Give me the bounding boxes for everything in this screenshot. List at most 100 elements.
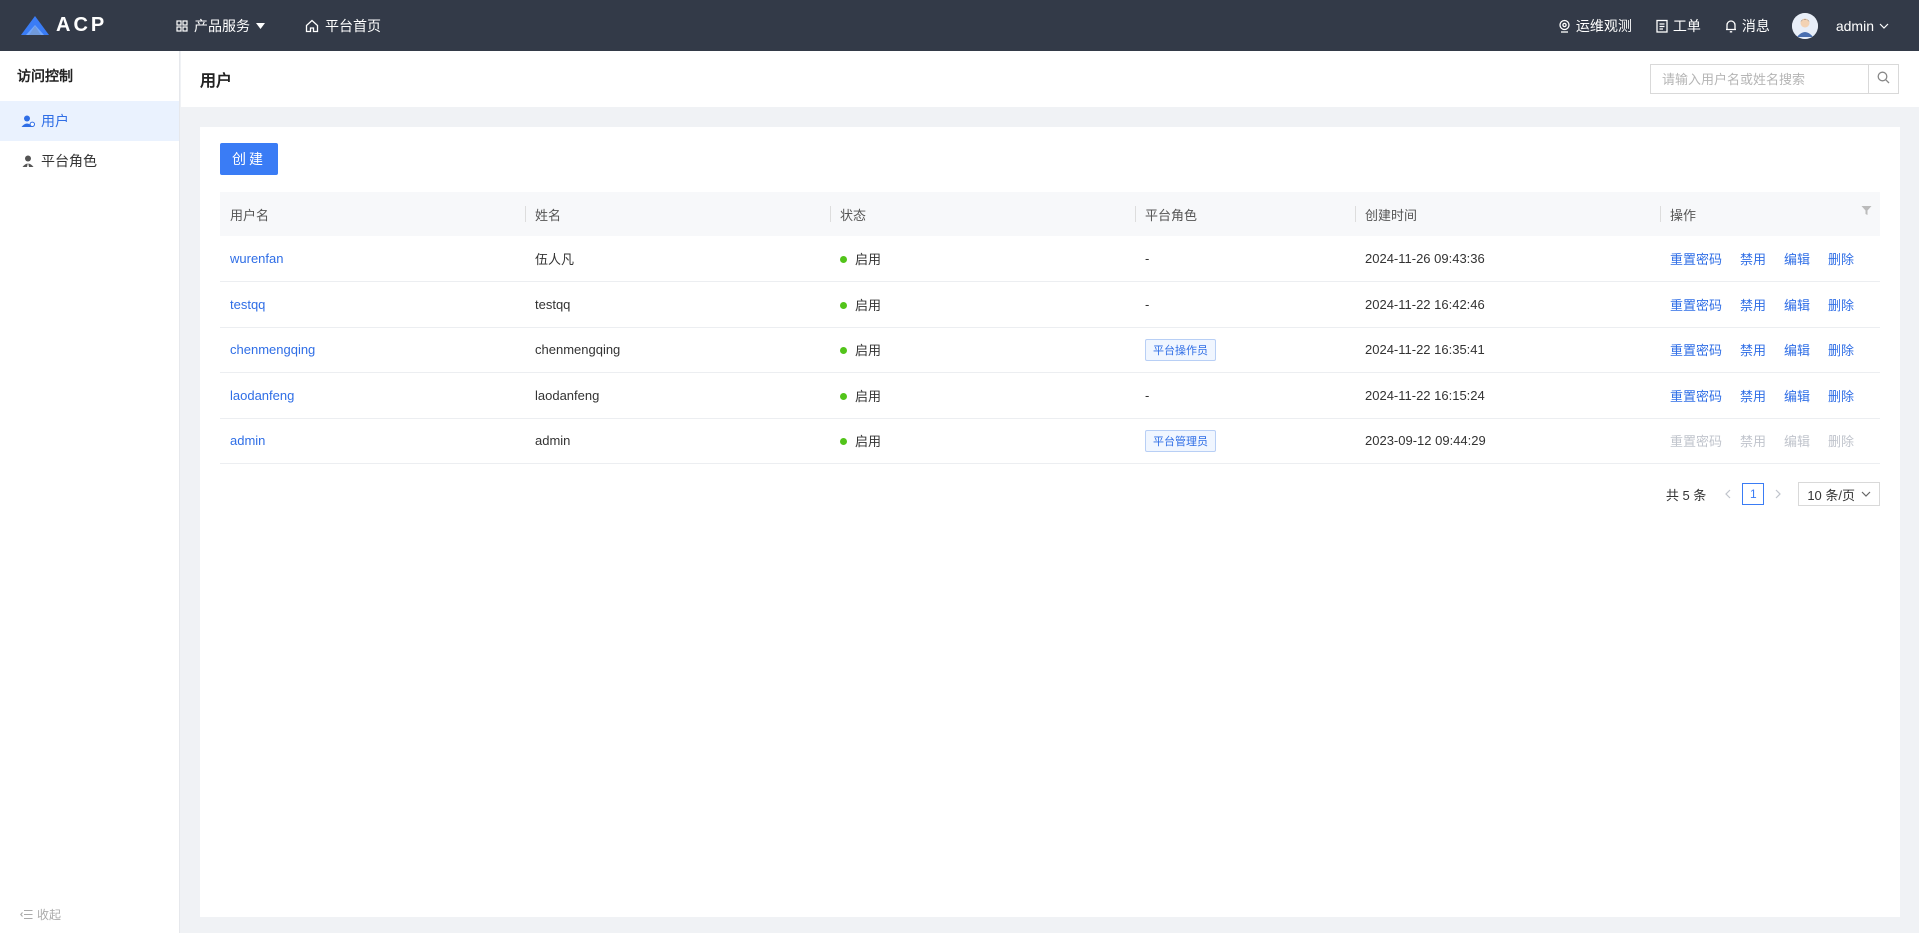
chevron-down-icon xyxy=(1861,491,1871,497)
table-row: wurenfan 伍人凡 启用 - 2024-11-26 09:43:36 重置… xyxy=(220,236,1880,282)
caret-down-icon xyxy=(256,22,265,29)
users-table: 用户名 姓名 状态 平台角色 创建时间 操作 wurenfan 伍人凡 启用 -… xyxy=(220,192,1880,464)
collapse-label: 收起 xyxy=(37,908,62,922)
delete-button[interactable]: 删除 xyxy=(1828,252,1854,267)
page-size-label: 10 条/页 xyxy=(1807,487,1855,503)
username-link[interactable]: wurenfan xyxy=(230,251,283,266)
created-cell: 2024-11-22 16:42:46 xyxy=(1365,296,1485,312)
prev-page-button[interactable] xyxy=(1720,489,1736,499)
chevron-right-icon xyxy=(1775,489,1782,499)
username-link[interactable]: testqq xyxy=(230,297,265,312)
actions-cell: 重置密码 禁用 编辑 删除 xyxy=(1660,373,1880,419)
logo[interactable]: ACP xyxy=(20,14,158,37)
pagination: 共 5 条 1 10 条/页 xyxy=(1666,482,1880,506)
delete-button[interactable]: 删除 xyxy=(1828,343,1854,358)
nav-product-services[interactable]: 产品服务 xyxy=(176,16,265,36)
created-cell: 2024-11-22 16:15:24 xyxy=(1365,387,1485,403)
collapse-sidebar-button[interactable]: 收起 xyxy=(20,906,61,923)
column-header-actions: 操作 xyxy=(1660,192,1880,236)
role-cell: - xyxy=(1145,251,1150,266)
user-menu[interactable]: admin xyxy=(1791,12,1889,39)
total-count: 共 5 条 xyxy=(1665,487,1707,503)
disable-button[interactable]: 禁用 xyxy=(1740,252,1766,267)
sidebar-item-users-label: 用户 xyxy=(41,113,69,129)
chevron-down-icon xyxy=(1879,23,1889,29)
created-cell: 2024-11-22 16:35:41 xyxy=(1365,342,1485,358)
actions-cell: 重置密码 禁用 编辑 删除 xyxy=(1660,327,1880,373)
column-header-name: 姓名 xyxy=(525,192,830,236)
user-name: admin xyxy=(1835,17,1874,34)
edit-button: 编辑 xyxy=(1784,434,1811,450)
sidebar-item-platform-roles[interactable]: 平台角色 xyxy=(0,141,179,181)
reset-password-button[interactable]: 重置密码 xyxy=(1670,252,1722,267)
created-cell: 2023-09-12 09:44:29 xyxy=(1365,433,1486,449)
delete-button: 删除 xyxy=(1828,434,1855,450)
nav-platform-home-label: 平台首页 xyxy=(325,17,381,34)
table-row: chenmengqing chenmengqing 启用 平台操作员 2024-… xyxy=(220,327,1880,373)
acp-logo-icon xyxy=(21,15,49,35)
sidebar-item-platform-roles-label: 平台角色 xyxy=(41,153,97,169)
reset-password-button[interactable]: 重置密码 xyxy=(1670,343,1722,358)
grid-icon xyxy=(176,19,188,32)
sidebar: 访问控制 用户 平台角色 收起 xyxy=(0,51,180,933)
name-cell: chenmengqing xyxy=(535,342,621,358)
actions-cell: 重置密码 禁用 编辑 删除 xyxy=(1660,282,1880,328)
table-row: laodanfeng laodanfeng 启用 - 2024-11-22 16… xyxy=(220,373,1880,419)
avatar xyxy=(1791,12,1818,39)
nav-platform-home[interactable]: 平台首页 xyxy=(305,16,381,36)
message-label: 消息 xyxy=(1741,17,1770,34)
ticket-label: 工单 xyxy=(1672,17,1701,34)
delete-button[interactable]: 删除 xyxy=(1828,389,1854,404)
content-card: 创建 用户名 姓名 状态 平台角色 创建时间 操作 wurenfan 伍人凡 启… xyxy=(200,127,1900,917)
observe-label: 运维观测 xyxy=(1575,17,1632,34)
column-header-username: 用户名 xyxy=(230,207,270,223)
home-icon xyxy=(305,19,319,33)
filter-icon[interactable] xyxy=(1861,204,1872,219)
sidebar-title: 访问控制 xyxy=(17,68,73,84)
next-page-button[interactable] xyxy=(1770,489,1786,499)
table-header-row: 用户名 姓名 状态 平台角色 创建时间 操作 xyxy=(220,192,1880,236)
page-1-button[interactable]: 1 xyxy=(1742,483,1765,505)
reset-password-button[interactable]: 重置密码 xyxy=(1670,298,1722,313)
page-header: 用户 xyxy=(181,51,1919,107)
search-button[interactable] xyxy=(1868,64,1899,94)
status-cell: 启用 xyxy=(830,236,1135,282)
role-cell: 平台操作员 xyxy=(1135,327,1355,373)
create-button[interactable]: 创建 xyxy=(220,143,278,175)
nav-product-services-label: 产品服务 xyxy=(194,17,250,34)
delete-button[interactable]: 删除 xyxy=(1828,298,1854,313)
actions-cell: 重置密码 禁用 编辑 删除 xyxy=(1660,236,1880,282)
status-dot xyxy=(840,392,847,400)
top-bar: ACP 产品服务 平台首页 运维观测 工单 消息 admin xyxy=(0,0,1919,51)
ticket-link[interactable]: 工单 xyxy=(1656,16,1701,36)
edit-button[interactable]: 编辑 xyxy=(1784,389,1810,404)
username-link[interactable]: admin xyxy=(230,433,265,448)
reset-password-button[interactable]: 重置密码 xyxy=(1670,389,1722,404)
ticket-icon xyxy=(1656,19,1668,33)
message-link[interactable]: 消息 xyxy=(1725,16,1770,36)
edit-button[interactable]: 编辑 xyxy=(1784,298,1810,313)
role-tag: 平台管理员 xyxy=(1145,429,1216,452)
column-header-role: 平台角色 xyxy=(1135,192,1355,236)
page-size-select[interactable]: 10 条/页 xyxy=(1798,482,1880,506)
observe-link[interactable]: 运维观测 xyxy=(1558,16,1632,36)
reset-password-button: 重置密码 xyxy=(1670,434,1723,450)
status-cell: 启用 xyxy=(830,327,1135,373)
sidebar-item-users[interactable]: 用户 xyxy=(0,101,179,141)
column-header-created: 创建时间 xyxy=(1355,192,1660,236)
table-row: testqq testqq 启用 - 2024-11-22 16:42:46 重… xyxy=(220,282,1880,328)
username-link[interactable]: chenmengqing xyxy=(230,342,315,357)
collapse-icon xyxy=(20,909,33,920)
disable-button[interactable]: 禁用 xyxy=(1740,343,1766,358)
edit-button[interactable]: 编辑 xyxy=(1784,252,1810,267)
disable-button[interactable]: 禁用 xyxy=(1740,389,1766,404)
created-cell: 2024-11-26 09:43:36 xyxy=(1365,251,1485,266)
role-tag: 平台操作员 xyxy=(1145,338,1216,361)
status-cell: 启用 xyxy=(830,282,1135,328)
disable-button[interactable]: 禁用 xyxy=(1740,298,1766,313)
top-nav: 产品服务 平台首页 xyxy=(176,16,421,36)
edit-button[interactable]: 编辑 xyxy=(1784,343,1810,358)
page-title: 用户 xyxy=(200,73,233,90)
search-input[interactable] xyxy=(1650,64,1868,94)
username-link[interactable]: laodanfeng xyxy=(230,388,294,403)
